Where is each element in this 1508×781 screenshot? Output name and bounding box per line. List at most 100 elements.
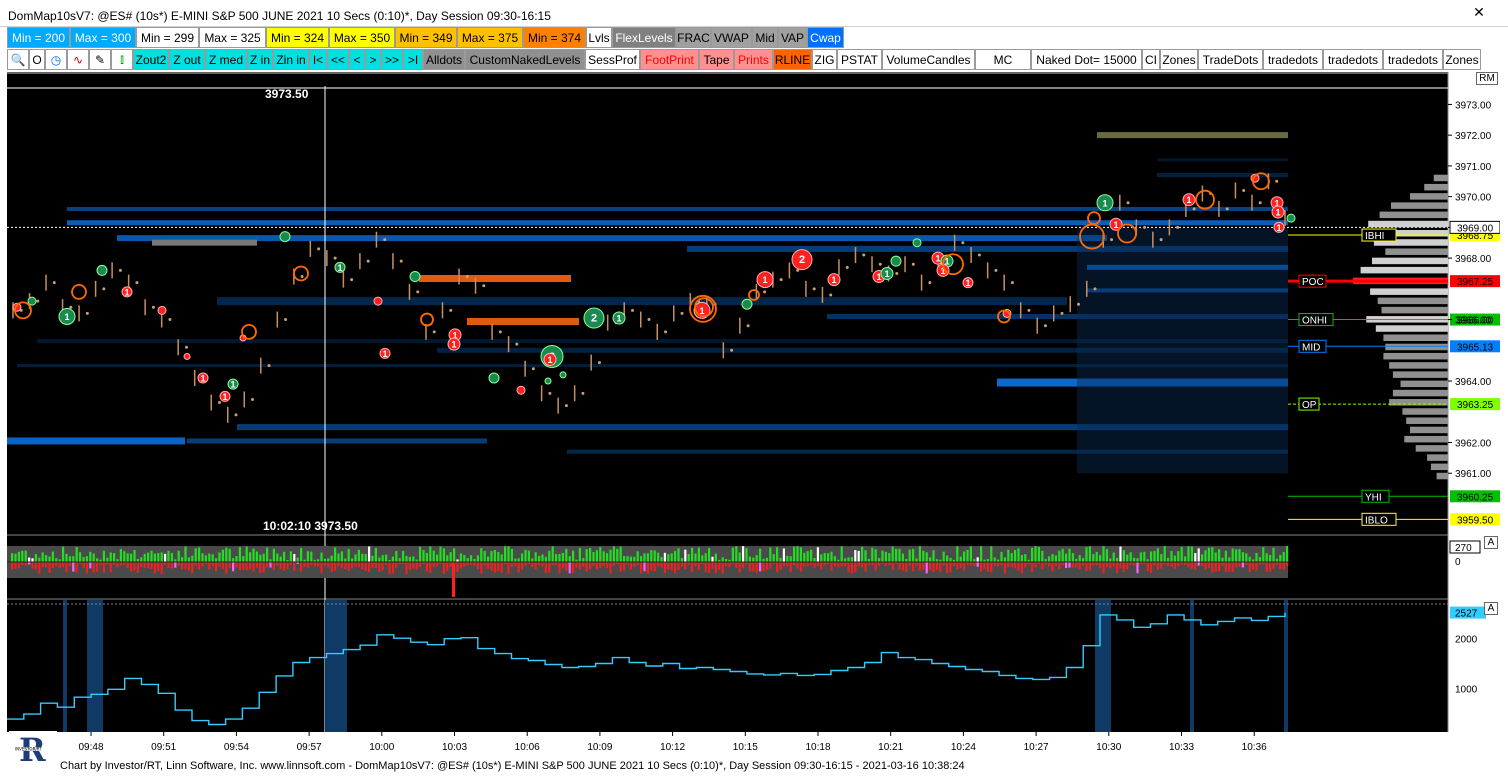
control-button-0[interactable]: Zout2: [133, 49, 169, 70]
control-button-12[interactable]: CustomNakedLevels: [465, 49, 585, 70]
delta-bar-up: [194, 548, 197, 562]
control-button-1[interactable]: Z out: [169, 49, 205, 70]
control-button-17[interactable]: RLINE: [773, 49, 812, 70]
control-button-11[interactable]: Alldots: [423, 49, 465, 70]
filter-button-6[interactable]: Min = 349: [395, 27, 457, 48]
green-trade-dot: 2: [583, 307, 605, 329]
control-button-16[interactable]: Prints: [734, 49, 773, 70]
filter-button-9[interactable]: Lvls: [586, 27, 612, 48]
pane-separator-2: [7, 598, 1448, 600]
control-button-18[interactable]: ZIG: [812, 49, 837, 70]
delta-bar-up: [738, 552, 741, 562]
filter-button-4[interactable]: Min = 324: [266, 27, 329, 48]
control-button-24[interactable]: Zones: [1160, 49, 1198, 70]
filter-button-13[interactable]: Mid: [752, 27, 778, 48]
delta-bar-up: [521, 553, 524, 562]
control-button-5[interactable]: I<: [309, 49, 327, 70]
delta-pane-a-button[interactable]: A: [1484, 536, 1498, 549]
filter-button-1[interactable]: Max = 300: [70, 27, 136, 48]
delta-bar-up: [170, 552, 173, 562]
control-button-27[interactable]: tradedots: [1323, 49, 1383, 70]
filter-button-5[interactable]: Max = 350: [329, 27, 395, 48]
delta-bar-down: [531, 562, 534, 568]
filter-button-12[interactable]: VWAP: [711, 27, 752, 48]
delta-bar-down: [990, 562, 993, 573]
level-value-mid: 3965.13: [1457, 342, 1494, 353]
price-dot: [763, 290, 767, 294]
price-dot: [1192, 207, 1196, 211]
price-dot: [399, 259, 403, 263]
delta-bar-down: [143, 562, 146, 568]
delta-bar-up: [1095, 551, 1098, 562]
pencil-icon[interactable]: ✎: [89, 49, 111, 70]
control-button-13[interactable]: SessProf: [585, 49, 640, 70]
delta-bar-up: [1092, 554, 1095, 562]
clock-icon[interactable]: ◷: [45, 49, 67, 70]
heatmap-band: [67, 220, 1288, 226]
filter-button-3[interactable]: Max = 325: [199, 27, 266, 48]
delta-bar-down: [898, 562, 901, 570]
control-button-3[interactable]: Z in: [247, 49, 273, 70]
delta-bar-up: [1177, 551, 1180, 562]
delta-bar-up: [235, 556, 238, 562]
control-button-29[interactable]: Zones: [1443, 49, 1481, 70]
control-button-23[interactable]: CI: [1142, 49, 1160, 70]
control-button-8[interactable]: >: [365, 49, 381, 70]
filter-button-0[interactable]: Min = 200: [7, 27, 70, 48]
control-button-26[interactable]: tradedots: [1263, 49, 1323, 70]
control-button-20[interactable]: VolumeCandles: [882, 49, 975, 70]
delta-bar-down: [436, 562, 439, 567]
delta-bar-down: [147, 562, 150, 569]
control-button-2[interactable]: Z med: [205, 49, 247, 70]
control-button-10[interactable]: >I: [403, 49, 423, 70]
close-icon[interactable]: ✕: [1462, 3, 1496, 21]
sine-wave-icon[interactable]: ∿: [67, 49, 89, 70]
delta-bar-up: [565, 548, 568, 562]
filter-button-14[interactable]: VAP: [778, 27, 807, 48]
delta-bar-down: [473, 562, 476, 566]
delta-bar-down: [742, 562, 745, 569]
delta-bar-up: [674, 550, 677, 562]
delta-bar-up: [799, 547, 802, 562]
circle-o-icon[interactable]: O: [29, 49, 45, 70]
control-button-22[interactable]: Naked Dot= 15000: [1031, 49, 1142, 70]
control-button-28[interactable]: tradedots: [1383, 49, 1443, 70]
delta-bar-down: [75, 562, 78, 573]
delta-bar-up: [721, 557, 724, 562]
delta-bar-down: [850, 562, 853, 574]
filter-button-8[interactable]: Min = 374: [523, 27, 586, 48]
filter-button-10[interactable]: FlexLevels: [612, 27, 676, 48]
price-dot: [1225, 207, 1229, 211]
green-trade-dot: [1286, 213, 1296, 223]
delta-bar-up: [232, 558, 235, 562]
volume-profile-layer: [1353, 174, 1448, 480]
filter-button-11[interactable]: FRAC: [676, 27, 711, 48]
control-button-9[interactable]: >>: [381, 49, 403, 70]
control-button-7[interactable]: <: [349, 49, 365, 70]
volume-profile-bar: [1433, 174, 1448, 182]
control-button-6[interactable]: <<: [327, 49, 349, 70]
price-dot: [36, 299, 40, 303]
delta-bar-down: [391, 562, 394, 574]
control-button-21[interactable]: MC: [975, 49, 1031, 70]
heatmap-band: [117, 235, 1107, 242]
control-button-14[interactable]: FootPrint: [640, 49, 699, 70]
delta-bar-up: [1119, 546, 1122, 562]
delta-bar-up: [1211, 547, 1214, 562]
delta-bar-up: [527, 550, 530, 562]
candlestick-icon[interactable]: ⫾: [111, 49, 133, 70]
zoom-icon[interactable]: 🔍: [7, 49, 29, 70]
control-button-19[interactable]: PSTAT: [837, 49, 882, 70]
filter-button-2[interactable]: Min = 299: [136, 27, 199, 48]
red-trade-dot: 1: [121, 286, 133, 298]
rm-button[interactable]: RM: [1476, 72, 1498, 85]
dommap-chart[interactable]: 111111111212111211111111111113973.5010:0…: [7, 72, 1500, 758]
filter-button-7[interactable]: Max = 375: [457, 27, 523, 48]
filter-button-15[interactable]: Cwap: [807, 27, 844, 48]
control-button-4[interactable]: Zin in: [273, 49, 309, 70]
delta-bar-down: [276, 562, 279, 566]
control-button-25[interactable]: TradeDots: [1198, 49, 1263, 70]
cvd-pane-a-button[interactable]: A: [1484, 602, 1498, 615]
delta-bar-down: [150, 562, 153, 569]
control-button-15[interactable]: Tape: [699, 49, 734, 70]
